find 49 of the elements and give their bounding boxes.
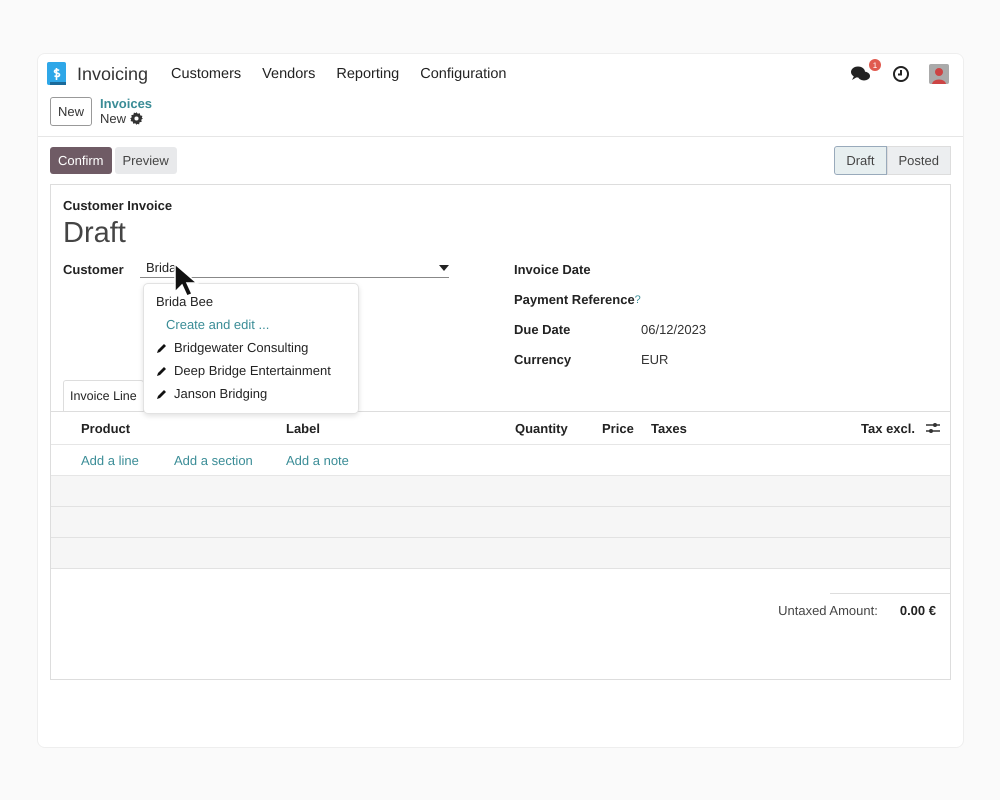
clock-icon[interactable]	[892, 65, 910, 83]
field-label: Payment Reference	[514, 292, 635, 307]
dropdown-option[interactable]: Bridgewater Consulting	[144, 336, 358, 359]
new-button[interactable]: New	[50, 96, 92, 126]
settings-icon[interactable]	[130, 112, 144, 125]
breadcrumb-link[interactable]: Invoices	[100, 96, 152, 111]
tab[interactable]: Invoice Line	[63, 380, 144, 411]
column-header: Taxes	[651, 421, 687, 436]
menu-item[interactable]: Vendors	[262, 66, 316, 82]
pencil-icon	[156, 388, 168, 400]
field-label: Due Date	[514, 322, 570, 337]
add-link[interactable]: Add a section	[174, 453, 253, 468]
field-label: Invoice Date	[514, 262, 591, 277]
breadcrumb-current: New	[100, 111, 126, 126]
column-header: Price	[602, 421, 634, 436]
column-header: Quantity	[515, 421, 568, 436]
preview-button[interactable]: Preview	[114, 147, 177, 174]
pencil-icon	[156, 342, 168, 354]
add-link[interactable]: Add a note	[286, 453, 349, 468]
help-tooltip-mark[interactable]: ?	[634, 294, 641, 306]
caret-icon[interactable]	[439, 264, 449, 270]
notification-badge: 1	[869, 59, 881, 71]
pencil-icon	[156, 364, 168, 376]
dropdown-option[interactable]: Create and edit ...	[144, 313, 358, 336]
confirm-button[interactable]: Confirm	[50, 147, 112, 174]
total-value: 0.00 €	[900, 603, 936, 618]
menu-item[interactable]: Configuration	[420, 66, 506, 82]
status-step[interactable]: Posted	[886, 146, 951, 175]
invoice-logo-icon[interactable]	[47, 62, 67, 86]
add-link[interactable]: Add a line	[81, 453, 139, 468]
dropdown-option[interactable]: Janson Bridging	[144, 382, 358, 405]
chat-icon[interactable]	[850, 65, 872, 83]
invoice-type-label: Customer Invoice	[63, 198, 174, 213]
app-name[interactable]: Invoicing	[77, 64, 148, 84]
field-label: Currency	[514, 352, 572, 367]
sliders-icon[interactable]	[926, 422, 940, 434]
dropdown-option[interactable]: Brida Bee	[144, 290, 358, 313]
column-header: Tax excl.	[861, 421, 915, 436]
column-header: Label	[286, 421, 320, 436]
column-header: Product	[81, 421, 130, 436]
status-step[interactable]: Draft	[834, 146, 887, 175]
field-label: Customer	[63, 262, 125, 276]
menu-item[interactable]: Reporting	[336, 66, 400, 82]
invoice-title: Draft	[63, 217, 127, 250]
menu-item[interactable]: Customers	[171, 66, 242, 82]
total-label: Untaxed Amount:	[778, 603, 878, 618]
field-value[interactable]: EUR	[641, 352, 668, 367]
field-value[interactable]: 06/12/2023	[641, 322, 706, 337]
dropdown-option[interactable]: Deep Bridge Entertainment	[144, 359, 358, 382]
